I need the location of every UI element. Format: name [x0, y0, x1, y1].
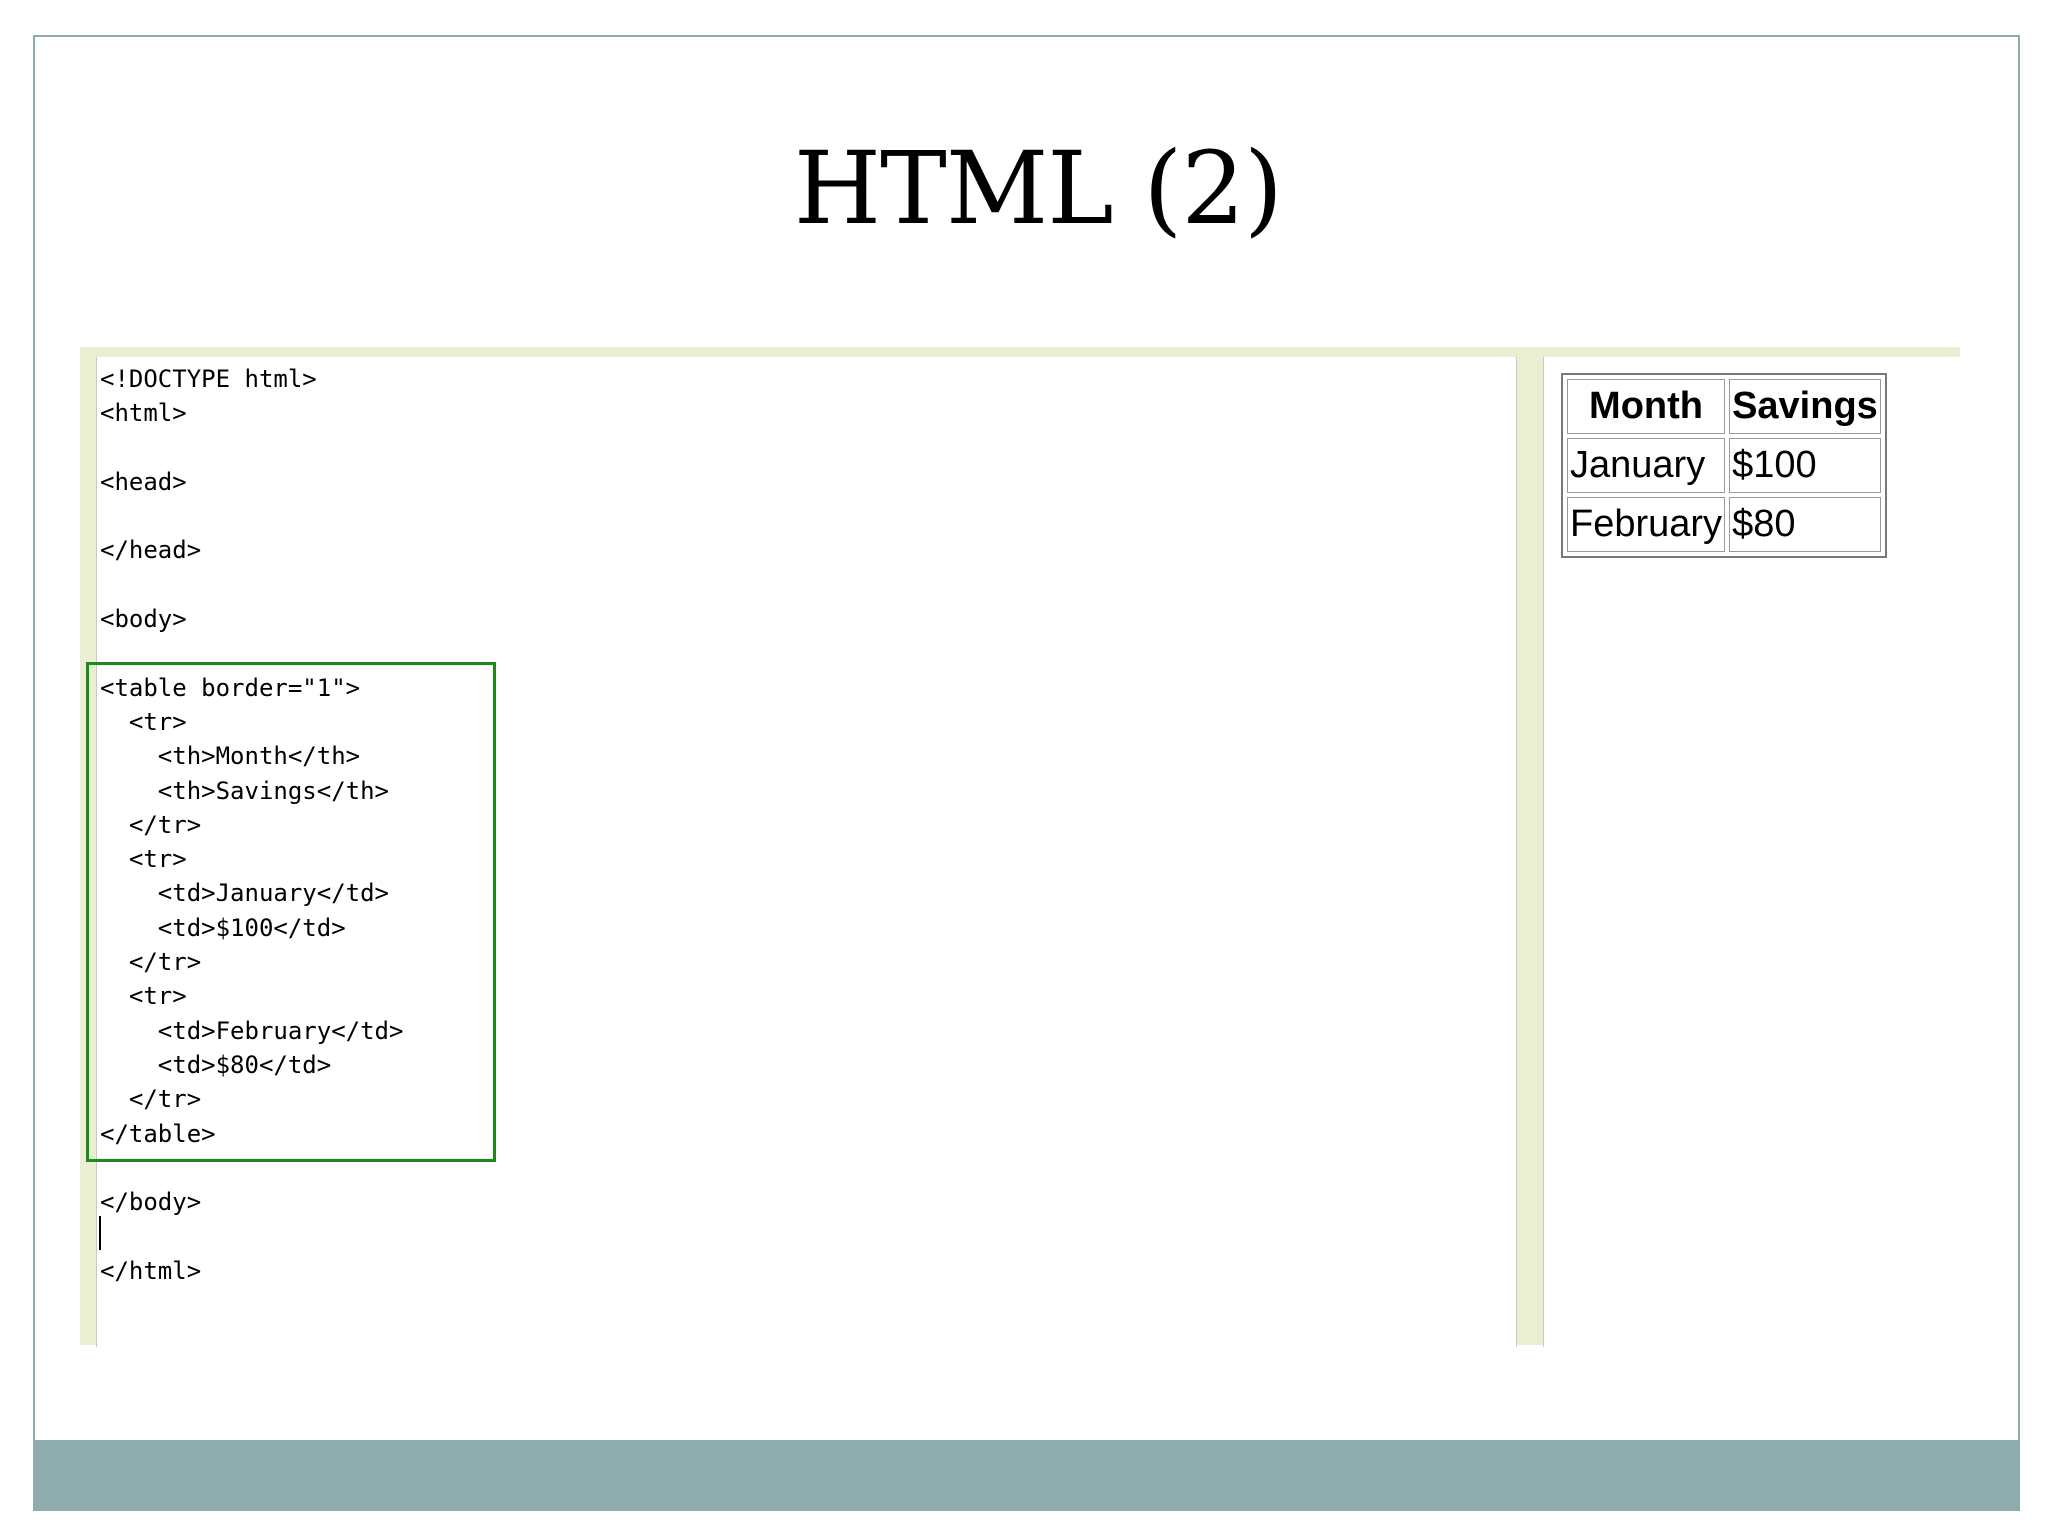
- footer-band: [33, 1440, 2020, 1511]
- table-code-highlight: [86, 662, 496, 1162]
- code-line: <body>: [100, 605, 187, 634]
- code-line: </head>: [100, 536, 202, 565]
- code-line: </body>: [100, 1188, 202, 1217]
- table-cell: February: [1567, 497, 1726, 552]
- code-line: <head>: [100, 467, 187, 496]
- slide-title: HTML (2): [793, 130, 1283, 247]
- table-header-row: Month Savings: [1567, 379, 1881, 434]
- table-cell: January: [1567, 438, 1726, 493]
- table-cell: $100: [1729, 438, 1881, 493]
- rendered-savings-table: Month Savings January $100 February $80: [1561, 373, 1887, 558]
- table-row: February $80: [1567, 497, 1881, 552]
- header-cell-savings: Savings: [1729, 379, 1881, 434]
- table-cell: $80: [1729, 497, 1881, 552]
- code-line: <html>: [100, 399, 187, 428]
- code-line: </html>: [100, 1256, 202, 1285]
- table-row: January $100: [1567, 438, 1881, 493]
- header-cell-month: Month: [1567, 379, 1726, 434]
- text-cursor: [99, 1216, 101, 1250]
- code-line: <!DOCTYPE html>: [100, 365, 317, 393]
